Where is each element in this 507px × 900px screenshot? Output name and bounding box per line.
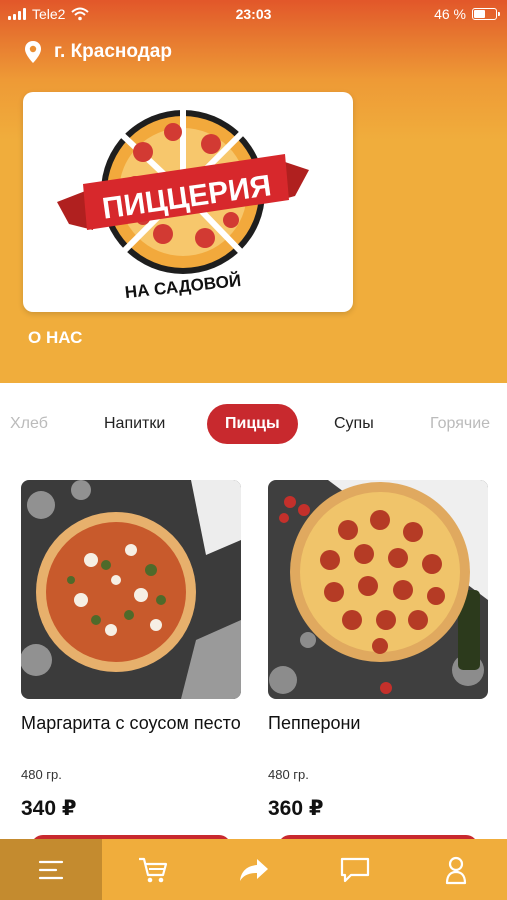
status-right: 46 %: [434, 6, 500, 22]
product-photo: [21, 480, 241, 699]
logo-card[interactable]: ПИЦЦЕРИЯ НА САДОВОЙ: [23, 92, 353, 312]
location-selector[interactable]: г. Краснодар: [24, 40, 172, 64]
share-icon: [239, 858, 268, 881]
chat-icon: [341, 857, 370, 882]
nav-share[interactable]: [203, 839, 304, 900]
nav-chat[interactable]: [305, 839, 406, 900]
product-name: Маргарита с соусом песто: [21, 713, 241, 733]
battery-label: 46 %: [434, 6, 466, 22]
product-name: Пепперони: [268, 713, 361, 733]
location-pin-icon: [25, 41, 41, 63]
tab-pizza[interactable]: Пиццы: [207, 404, 298, 444]
tab-bread[interactable]: Хлеб: [10, 404, 48, 444]
product-card[interactable]: Пепперони 480 гр. 360 ₽: [268, 480, 488, 855]
product-weight: 480 гр.: [21, 767, 62, 782]
profile-icon: [446, 856, 467, 884]
tab-soups[interactable]: Супы: [334, 404, 374, 444]
tab-hot[interactable]: Горячие: [430, 404, 490, 444]
nav-cart[interactable]: [102, 839, 203, 900]
product-price: 340 ₽: [21, 797, 77, 820]
battery-icon: [472, 8, 500, 20]
nav-menu[interactable]: [0, 839, 102, 900]
tab-drinks[interactable]: Напитки: [104, 404, 165, 444]
product-price: 360 ₽: [268, 797, 324, 820]
status-bar: Tele2 23:03 46 %: [0, 0, 507, 28]
product-card[interactable]: Маргарита с соусом песто 480 гр. 340 ₽: [21, 480, 241, 855]
bottom-nav: [0, 839, 507, 900]
pizzeria-logo: ПИЦЦЕРИЯ НА САДОВОЙ: [57, 108, 309, 302]
logo-subtitle: НА САДОВОЙ: [124, 271, 242, 302]
menu-icon: [38, 860, 64, 879]
product-weight: 480 гр.: [268, 767, 309, 782]
nav-profile[interactable]: [406, 839, 507, 900]
category-tabs: Хлеб Напитки Пиццы Супы Горячие: [0, 404, 507, 446]
status-time: 23:03: [235, 6, 272, 22]
product-photo: [268, 480, 488, 699]
header: Tele2 23:03 46 % г. Краснодар ПИЦЦЕРИЯ Н…: [0, 0, 507, 383]
cart-icon: [138, 857, 167, 882]
city-label: г. Краснодар: [54, 41, 172, 62]
about-link[interactable]: О НАС: [28, 328, 82, 348]
